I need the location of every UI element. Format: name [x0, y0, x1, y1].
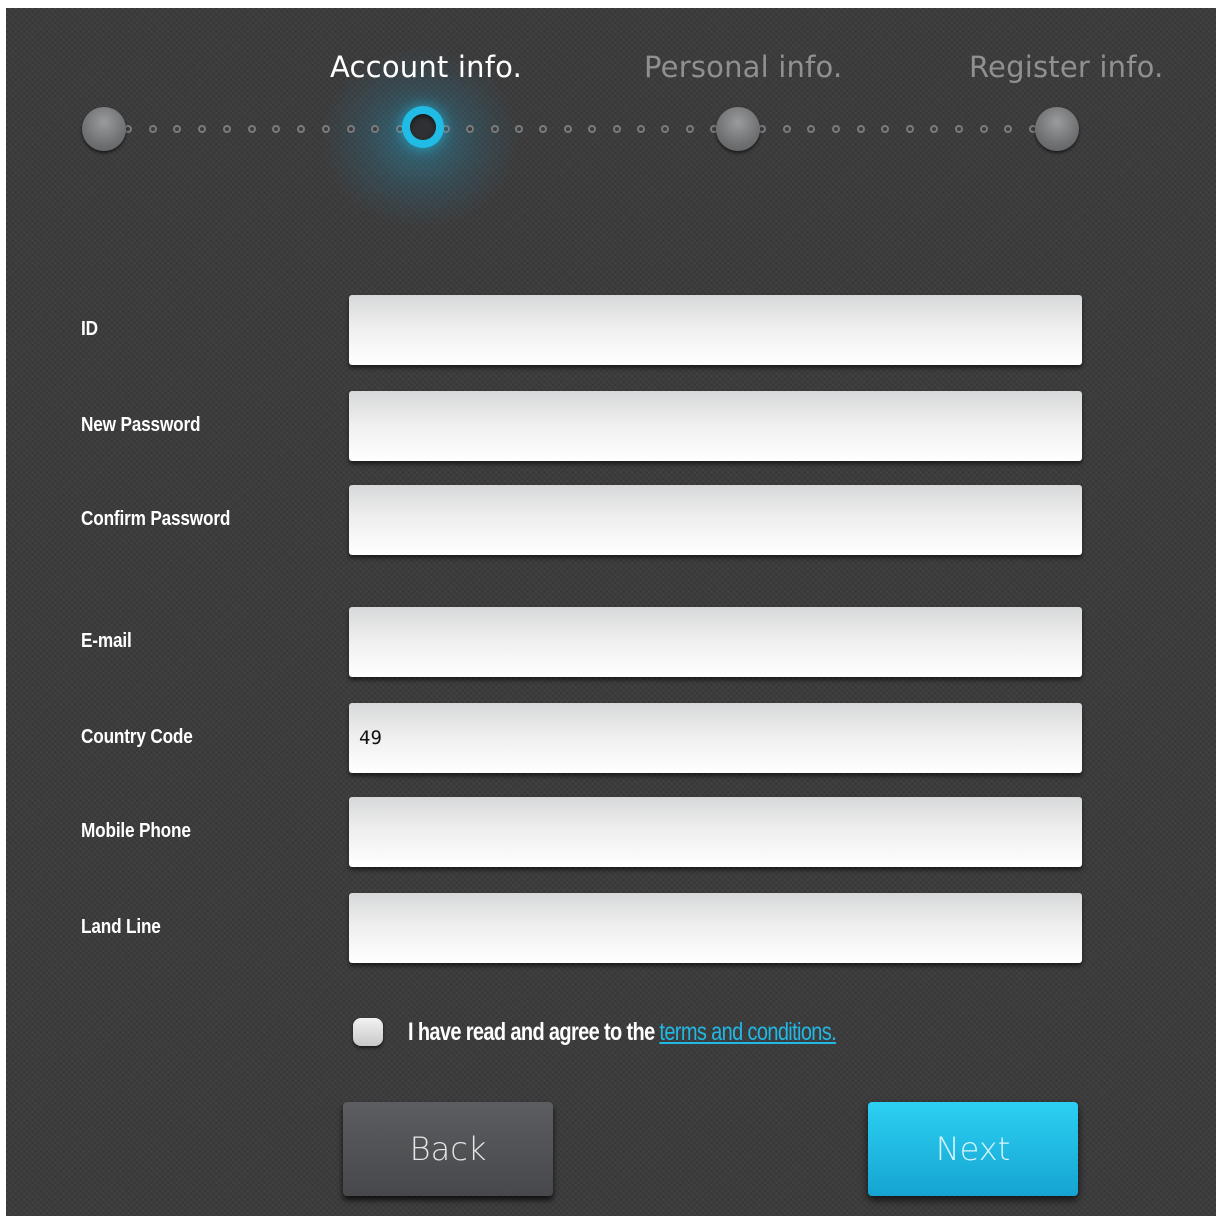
- step-node-register-info[interactable]: [1035, 107, 1079, 151]
- new-password-label: New Password: [81, 414, 201, 436]
- confirm-password-input[interactable]: [349, 485, 1082, 555]
- track-dot: [490, 125, 499, 133]
- terms-link[interactable]: terms and conditions.: [659, 1018, 836, 1046]
- terms-checkbox[interactable]: [353, 1018, 383, 1046]
- new-password-input[interactable]: [349, 391, 1082, 461]
- track-dot: [636, 125, 645, 133]
- email-label: E-mail: [81, 630, 132, 652]
- track-dot: [173, 125, 182, 133]
- track-dot: [346, 125, 355, 133]
- track-dot: [515, 125, 524, 133]
- step-node-account-info-center: [410, 114, 436, 140]
- track-dot: [272, 125, 281, 133]
- registration-screen: Account info. Personal info. Register in…: [6, 8, 1216, 1216]
- track-dot: [930, 125, 939, 133]
- track-dot: [198, 125, 207, 133]
- country-code-label: Country Code: [81, 726, 193, 748]
- track-dot: [1004, 125, 1013, 133]
- terms-agreement-text: I have read and agree to the: [408, 1018, 655, 1046]
- track-dot: [856, 125, 865, 133]
- track-dot: [588, 125, 597, 133]
- next-button[interactable]: Next: [868, 1102, 1078, 1196]
- track-dot: [148, 125, 157, 133]
- country-code-input[interactable]: [349, 703, 1082, 773]
- land-line-input[interactable]: [349, 893, 1082, 963]
- step-node-personal-info[interactable]: [716, 107, 760, 151]
- land-line-label: Land Line: [81, 916, 161, 938]
- step-personal-info[interactable]: Personal info.: [644, 50, 842, 84]
- id-label: ID: [81, 318, 98, 340]
- track-dot: [247, 125, 256, 133]
- track-dot: [539, 125, 548, 133]
- track-dot: [222, 125, 231, 133]
- track-dot: [955, 125, 964, 133]
- id-input[interactable]: [349, 295, 1082, 365]
- track-dot: [661, 125, 670, 133]
- track-dot: [321, 125, 330, 133]
- step-account-info[interactable]: Account info.: [330, 50, 522, 84]
- confirm-password-label: Confirm Password: [81, 508, 231, 530]
- track-dot: [905, 125, 914, 133]
- track-dot: [831, 125, 840, 133]
- track-dot: [612, 125, 621, 133]
- track-dot: [881, 125, 890, 133]
- step-node-start: [82, 107, 126, 151]
- track-dot: [807, 125, 816, 133]
- terms-agreement: I have read and agree to the terms and co…: [408, 1018, 837, 1047]
- track-dot: [782, 125, 791, 133]
- mobile-phone-input[interactable]: [349, 797, 1082, 867]
- track-dot: [685, 125, 694, 133]
- track-dot: [563, 125, 572, 133]
- step-register-info[interactable]: Register info.: [969, 50, 1164, 84]
- mobile-phone-label: Mobile Phone: [81, 820, 191, 842]
- back-button[interactable]: Back: [343, 1102, 553, 1196]
- step-node-account-info[interactable]: [402, 106, 444, 148]
- track-dot: [297, 125, 306, 133]
- track-dot: [979, 125, 988, 133]
- email-input[interactable]: [349, 607, 1082, 677]
